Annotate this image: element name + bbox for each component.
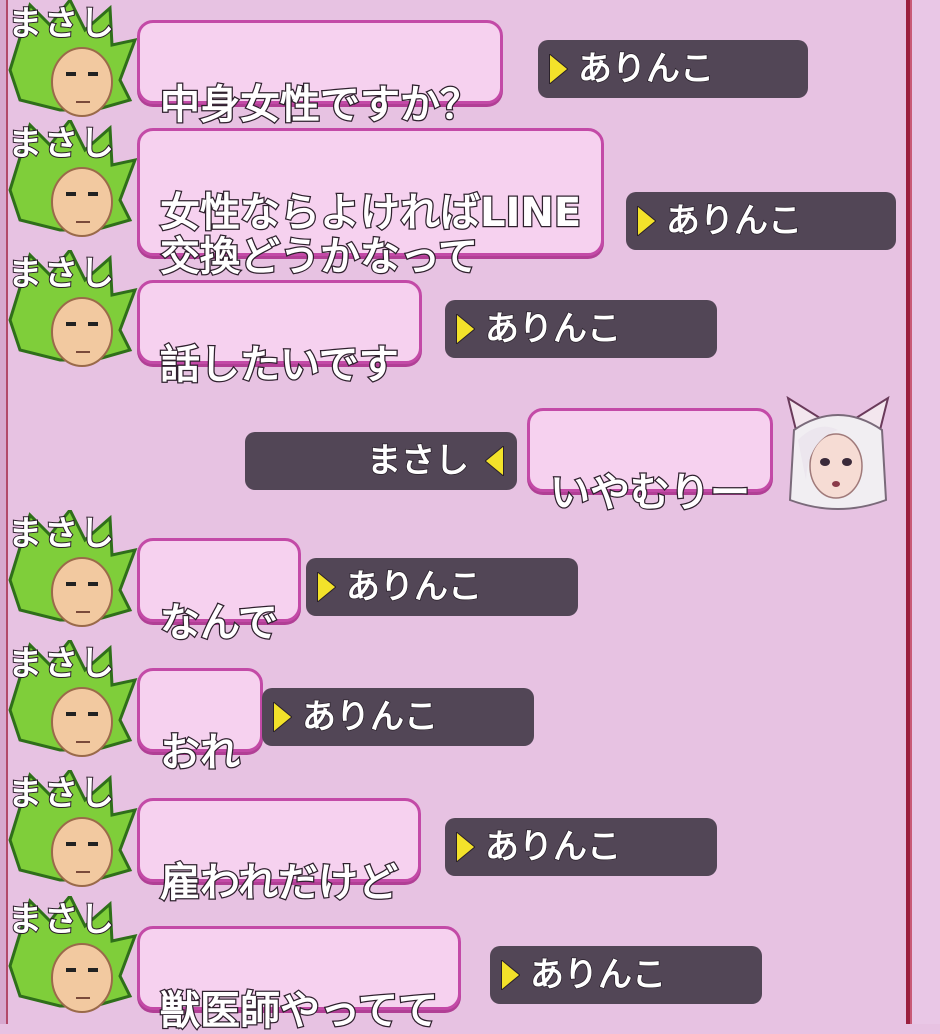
chat-row: まさし 雇われだけど ありんこ — [0, 770, 910, 906]
recipient-tag[interactable]: ありんこ — [626, 192, 896, 250]
recipient-name: ありんこ — [484, 826, 622, 868]
message-bubble: 中身女性ですか？ — [137, 20, 503, 128]
speaker-avatar: まさし — [0, 510, 150, 640]
message-bubble: なんで — [137, 538, 301, 646]
chat-row-self: まさし いやむりー — [0, 390, 910, 520]
message-bubble: 女性ならよければLINE 交換どうかなって — [137, 128, 605, 280]
right-frame-border — [906, 0, 940, 1024]
message-bubble: 雇われだけど — [137, 798, 421, 906]
recipient-tag[interactable]: ありんこ — [306, 558, 578, 616]
recipient-name: ありんこ — [529, 954, 667, 996]
speaker-avatar: まさし — [0, 640, 150, 770]
speaker-name: まさし — [7, 773, 116, 815]
chat-row: まさし なんで ありんこ — [0, 510, 910, 646]
speaker-avatar: まさし — [0, 250, 150, 380]
yellow-triangle-arrow-icon — [456, 832, 475, 862]
yellow-triangle-arrow-icon — [317, 572, 336, 602]
recipient-name: ありんこ — [345, 566, 483, 608]
message-bubble: おれ — [137, 668, 263, 776]
message-text: 話したいです — [159, 342, 400, 389]
speaker-name: まさし — [7, 253, 116, 295]
chat-row: まさし 中身女性ですか？ ありんこ — [0, 0, 910, 128]
yellow-triangle-arrow-icon — [501, 960, 520, 990]
recipient-tag[interactable]: ありんこ — [445, 818, 717, 876]
chat-row: まさし 話したいです ありんこ — [0, 250, 910, 388]
yellow-triangle-arrow-icon — [273, 702, 292, 732]
recipient-name: ありんこ — [665, 200, 803, 242]
recipient-tag[interactable]: ありんこ — [445, 300, 717, 358]
recipient-name: まさし — [366, 440, 470, 482]
speaker-name: まさし — [7, 3, 116, 45]
catgirl-white-hair-avatar-icon — [786, 395, 890, 510]
recipient-name: ありんこ — [301, 696, 439, 738]
recipient-name: ありんこ — [484, 308, 622, 350]
speaker-avatar: まさし — [0, 770, 150, 900]
chat-row: まさし おれ ありんこ — [0, 640, 910, 776]
speaker-name: まさし — [7, 123, 116, 165]
speaker-avatar: まさし — [0, 0, 150, 130]
recipient-name: ありんこ — [577, 48, 715, 90]
message-bubble: 獣医師やってて — [137, 926, 461, 1034]
speaker-avatar: まさし — [0, 896, 150, 1026]
recipient-tag[interactable]: まさし — [245, 432, 517, 490]
yellow-triangle-arrow-icon — [456, 314, 475, 344]
yellow-triangle-arrow-icon — [549, 54, 568, 84]
yellow-triangle-arrow-icon — [485, 446, 504, 476]
chat-row: まさし 女性ならよければLINE 交換どうかなって ありんこ — [0, 120, 910, 280]
speaker-avatar — [778, 390, 898, 520]
recipient-tag[interactable]: ありんこ — [538, 40, 808, 98]
yellow-triangle-arrow-icon — [637, 206, 656, 236]
speaker-name: まさし — [7, 513, 116, 555]
message-text: 獣医師やってて — [159, 988, 440, 1034]
chat-row: まさし 獣医師やってて ありんこ — [0, 896, 910, 1034]
speaker-name: まさし — [7, 643, 116, 685]
speaker-name: まさし — [7, 899, 116, 941]
message-bubble: いやむりー — [527, 408, 773, 516]
recipient-tag[interactable]: ありんこ — [490, 946, 762, 1004]
message-bubble: 話したいです — [137, 280, 422, 388]
speaker-avatar: まさし — [0, 120, 150, 250]
recipient-tag[interactable]: ありんこ — [262, 688, 534, 746]
